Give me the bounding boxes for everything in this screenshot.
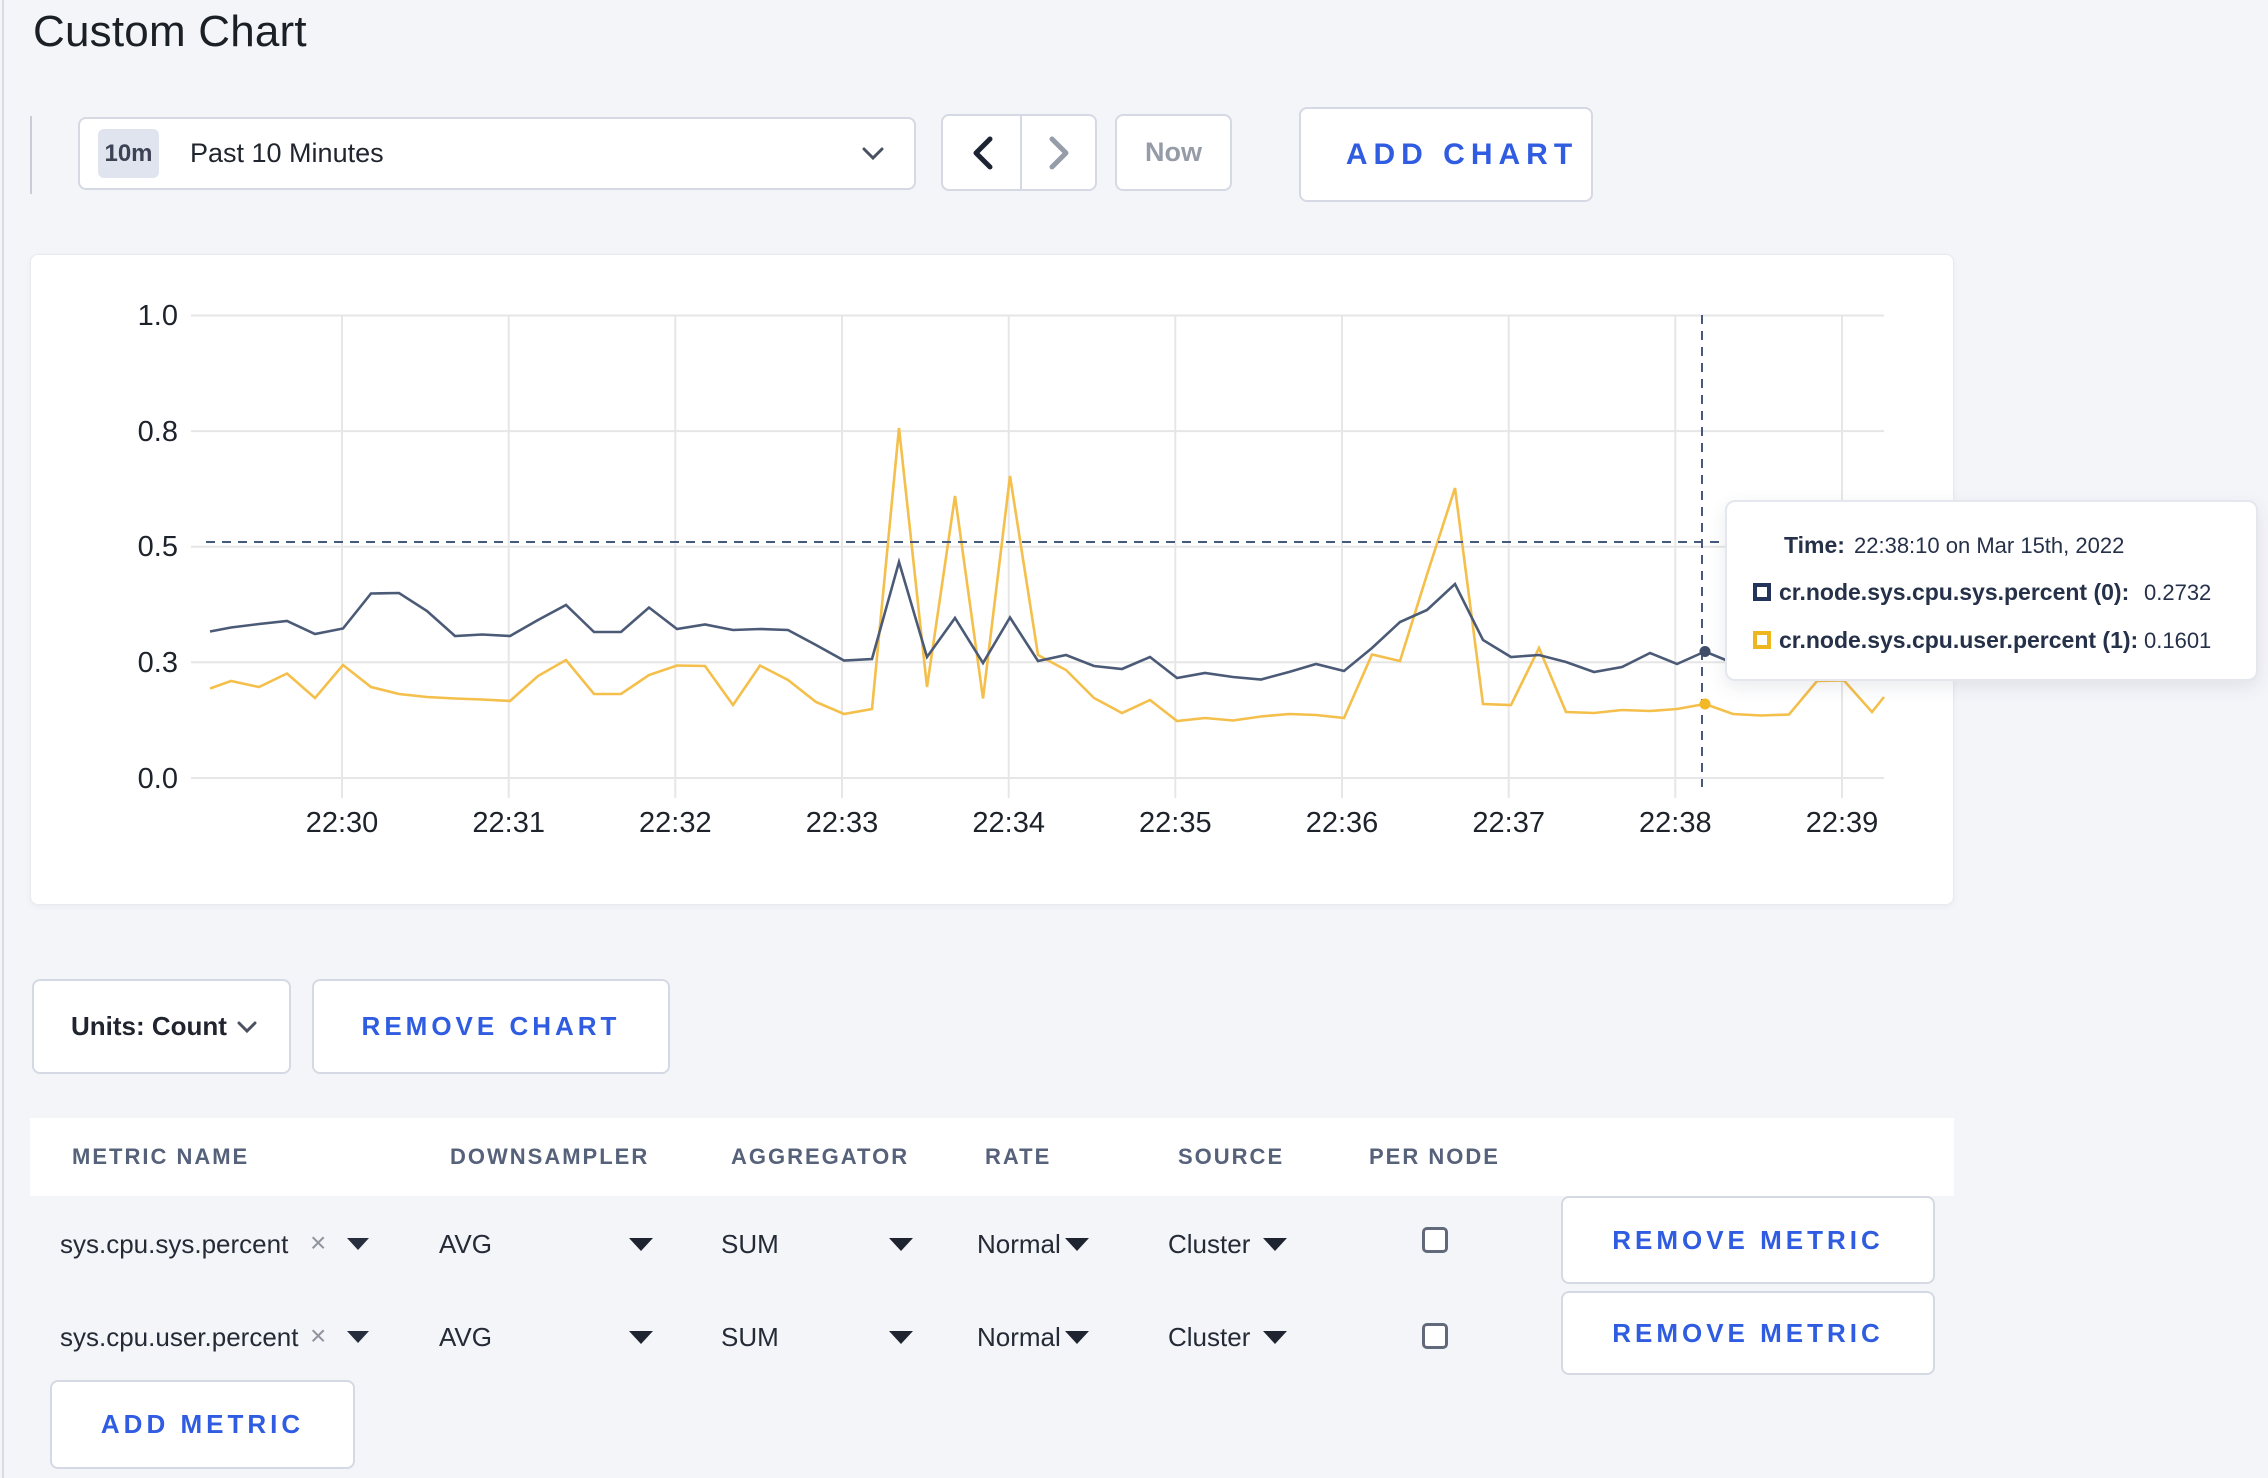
svg-text:0.5: 0.5 <box>138 531 178 563</box>
svg-text:0.0: 0.0 <box>138 763 178 795</box>
svg-text:22:35: 22:35 <box>1139 807 1212 839</box>
svg-text:22:34: 22:34 <box>972 807 1045 839</box>
svg-text:1.0: 1.0 <box>138 300 178 332</box>
svg-text:22:38: 22:38 <box>1639 807 1712 839</box>
svg-text:22:33: 22:33 <box>806 807 879 839</box>
svg-text:0.3: 0.3 <box>138 647 178 679</box>
svg-text:0.8: 0.8 <box>138 416 178 448</box>
svg-text:22:37: 22:37 <box>1472 807 1545 839</box>
svg-text:22:32: 22:32 <box>639 807 712 839</box>
svg-text:22:30: 22:30 <box>306 807 379 839</box>
svg-text:22:39: 22:39 <box>1806 807 1879 839</box>
svg-text:22:36: 22:36 <box>1306 807 1379 839</box>
svg-text:22:31: 22:31 <box>472 807 545 839</box>
